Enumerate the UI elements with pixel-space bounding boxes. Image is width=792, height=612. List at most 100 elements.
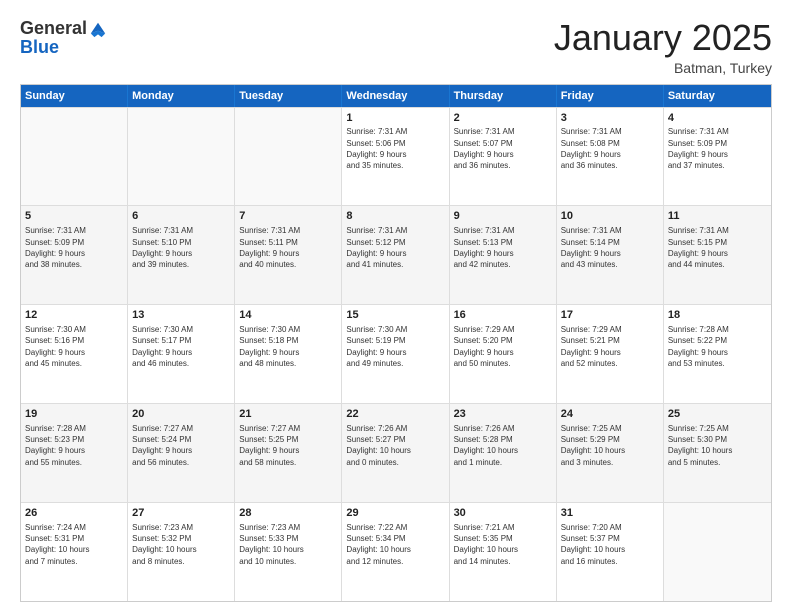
cell-details: Sunrise: 7:29 AM Sunset: 5:21 PM Dayligh… bbox=[561, 324, 659, 369]
calendar-cell-5: 5Sunrise: 7:31 AM Sunset: 5:09 PM Daylig… bbox=[21, 206, 128, 304]
calendar-cell-6: 6Sunrise: 7:31 AM Sunset: 5:10 PM Daylig… bbox=[128, 206, 235, 304]
day-number: 25 bbox=[668, 407, 767, 422]
day-number: 9 bbox=[454, 209, 552, 224]
day-number: 21 bbox=[239, 407, 337, 422]
calendar-title: January 2025 bbox=[554, 18, 772, 58]
day-number: 19 bbox=[25, 407, 123, 422]
calendar-cell-2: 2Sunrise: 7:31 AM Sunset: 5:07 PM Daylig… bbox=[450, 108, 557, 206]
cell-details: Sunrise: 7:23 AM Sunset: 5:32 PM Dayligh… bbox=[132, 522, 230, 567]
calendar-cell-7: 7Sunrise: 7:31 AM Sunset: 5:11 PM Daylig… bbox=[235, 206, 342, 304]
cell-details: Sunrise: 7:31 AM Sunset: 5:13 PM Dayligh… bbox=[454, 225, 552, 270]
logo: General Blue bbox=[20, 18, 107, 58]
cell-details: Sunrise: 7:29 AM Sunset: 5:20 PM Dayligh… bbox=[454, 324, 552, 369]
calendar-cell-30: 30Sunrise: 7:21 AM Sunset: 5:35 PM Dayli… bbox=[450, 503, 557, 601]
cell-details: Sunrise: 7:31 AM Sunset: 5:09 PM Dayligh… bbox=[668, 126, 767, 171]
calendar-cell-12: 12Sunrise: 7:30 AM Sunset: 5:16 PM Dayli… bbox=[21, 305, 128, 403]
day-number: 28 bbox=[239, 506, 337, 521]
calendar-cell-11: 11Sunrise: 7:31 AM Sunset: 5:15 PM Dayli… bbox=[664, 206, 771, 304]
cell-details: Sunrise: 7:31 AM Sunset: 5:10 PM Dayligh… bbox=[132, 225, 230, 270]
header-day-saturday: Saturday bbox=[664, 85, 771, 107]
header-day-sunday: Sunday bbox=[21, 85, 128, 107]
day-number: 8 bbox=[346, 209, 444, 224]
day-number: 13 bbox=[132, 308, 230, 323]
cell-details: Sunrise: 7:31 AM Sunset: 5:07 PM Dayligh… bbox=[454, 126, 552, 171]
calendar-cell-29: 29Sunrise: 7:22 AM Sunset: 5:34 PM Dayli… bbox=[342, 503, 449, 601]
header: General Blue January 2025 Batman, Turkey bbox=[20, 18, 772, 76]
day-number: 27 bbox=[132, 506, 230, 521]
calendar-cell-empty-1 bbox=[128, 108, 235, 206]
calendar-cell-17: 17Sunrise: 7:29 AM Sunset: 5:21 PM Dayli… bbox=[557, 305, 664, 403]
header-day-thursday: Thursday bbox=[450, 85, 557, 107]
calendar-cell-empty-6 bbox=[664, 503, 771, 601]
calendar-cell-1: 1Sunrise: 7:31 AM Sunset: 5:06 PM Daylig… bbox=[342, 108, 449, 206]
cell-details: Sunrise: 7:27 AM Sunset: 5:25 PM Dayligh… bbox=[239, 423, 337, 468]
calendar-cell-22: 22Sunrise: 7:26 AM Sunset: 5:27 PM Dayli… bbox=[342, 404, 449, 502]
cell-details: Sunrise: 7:26 AM Sunset: 5:28 PM Dayligh… bbox=[454, 423, 552, 468]
cell-details: Sunrise: 7:31 AM Sunset: 5:14 PM Dayligh… bbox=[561, 225, 659, 270]
calendar-cell-4: 4Sunrise: 7:31 AM Sunset: 5:09 PM Daylig… bbox=[664, 108, 771, 206]
day-number: 11 bbox=[668, 209, 767, 224]
logo-blue-text: Blue bbox=[20, 37, 59, 58]
page: General Blue January 2025 Batman, Turkey… bbox=[0, 0, 792, 612]
cell-details: Sunrise: 7:26 AM Sunset: 5:27 PM Dayligh… bbox=[346, 423, 444, 468]
title-block: January 2025 Batman, Turkey bbox=[554, 18, 772, 76]
header-day-wednesday: Wednesday bbox=[342, 85, 449, 107]
day-number: 1 bbox=[346, 111, 444, 126]
cell-details: Sunrise: 7:25 AM Sunset: 5:30 PM Dayligh… bbox=[668, 423, 767, 468]
header-day-monday: Monday bbox=[128, 85, 235, 107]
day-number: 2 bbox=[454, 111, 552, 126]
day-number: 20 bbox=[132, 407, 230, 422]
cell-details: Sunrise: 7:28 AM Sunset: 5:23 PM Dayligh… bbox=[25, 423, 123, 468]
header-day-friday: Friday bbox=[557, 85, 664, 107]
calendar-cell-27: 27Sunrise: 7:23 AM Sunset: 5:32 PM Dayli… bbox=[128, 503, 235, 601]
day-number: 29 bbox=[346, 506, 444, 521]
day-number: 31 bbox=[561, 506, 659, 521]
cell-details: Sunrise: 7:31 AM Sunset: 5:08 PM Dayligh… bbox=[561, 126, 659, 171]
calendar-cell-24: 24Sunrise: 7:25 AM Sunset: 5:29 PM Dayli… bbox=[557, 404, 664, 502]
day-number: 22 bbox=[346, 407, 444, 422]
calendar-cell-15: 15Sunrise: 7:30 AM Sunset: 5:19 PM Dayli… bbox=[342, 305, 449, 403]
day-number: 14 bbox=[239, 308, 337, 323]
day-number: 17 bbox=[561, 308, 659, 323]
cell-details: Sunrise: 7:31 AM Sunset: 5:12 PM Dayligh… bbox=[346, 225, 444, 270]
calendar-cell-13: 13Sunrise: 7:30 AM Sunset: 5:17 PM Dayli… bbox=[128, 305, 235, 403]
cell-details: Sunrise: 7:31 AM Sunset: 5:11 PM Dayligh… bbox=[239, 225, 337, 270]
calendar-cell-31: 31Sunrise: 7:20 AM Sunset: 5:37 PM Dayli… bbox=[557, 503, 664, 601]
calendar-cell-16: 16Sunrise: 7:29 AM Sunset: 5:20 PM Dayli… bbox=[450, 305, 557, 403]
cell-details: Sunrise: 7:30 AM Sunset: 5:17 PM Dayligh… bbox=[132, 324, 230, 369]
day-number: 15 bbox=[346, 308, 444, 323]
cell-details: Sunrise: 7:31 AM Sunset: 5:06 PM Dayligh… bbox=[346, 126, 444, 171]
cell-details: Sunrise: 7:23 AM Sunset: 5:33 PM Dayligh… bbox=[239, 522, 337, 567]
cell-details: Sunrise: 7:25 AM Sunset: 5:29 PM Dayligh… bbox=[561, 423, 659, 468]
logo-icon bbox=[89, 20, 107, 38]
header-day-tuesday: Tuesday bbox=[235, 85, 342, 107]
day-number: 16 bbox=[454, 308, 552, 323]
cell-details: Sunrise: 7:27 AM Sunset: 5:24 PM Dayligh… bbox=[132, 423, 230, 468]
calendar-cell-23: 23Sunrise: 7:26 AM Sunset: 5:28 PM Dayli… bbox=[450, 404, 557, 502]
calendar-cell-10: 10Sunrise: 7:31 AM Sunset: 5:14 PM Dayli… bbox=[557, 206, 664, 304]
calendar-header-row: SundayMondayTuesdayWednesdayThursdayFrid… bbox=[21, 85, 771, 107]
day-number: 23 bbox=[454, 407, 552, 422]
calendar-cell-18: 18Sunrise: 7:28 AM Sunset: 5:22 PM Dayli… bbox=[664, 305, 771, 403]
calendar-subtitle: Batman, Turkey bbox=[554, 60, 772, 76]
day-number: 30 bbox=[454, 506, 552, 521]
calendar-row-2: 12Sunrise: 7:30 AM Sunset: 5:16 PM Dayli… bbox=[21, 304, 771, 403]
cell-details: Sunrise: 7:31 AM Sunset: 5:09 PM Dayligh… bbox=[25, 225, 123, 270]
cell-details: Sunrise: 7:28 AM Sunset: 5:22 PM Dayligh… bbox=[668, 324, 767, 369]
day-number: 24 bbox=[561, 407, 659, 422]
cell-details: Sunrise: 7:30 AM Sunset: 5:18 PM Dayligh… bbox=[239, 324, 337, 369]
calendar-body: 1Sunrise: 7:31 AM Sunset: 5:06 PM Daylig… bbox=[21, 107, 771, 601]
calendar-row-4: 26Sunrise: 7:24 AM Sunset: 5:31 PM Dayli… bbox=[21, 502, 771, 601]
day-number: 7 bbox=[239, 209, 337, 224]
calendar-row-3: 19Sunrise: 7:28 AM Sunset: 5:23 PM Dayli… bbox=[21, 403, 771, 502]
day-number: 12 bbox=[25, 308, 123, 323]
calendar-cell-26: 26Sunrise: 7:24 AM Sunset: 5:31 PM Dayli… bbox=[21, 503, 128, 601]
cell-details: Sunrise: 7:20 AM Sunset: 5:37 PM Dayligh… bbox=[561, 522, 659, 567]
cell-details: Sunrise: 7:22 AM Sunset: 5:34 PM Dayligh… bbox=[346, 522, 444, 567]
day-number: 10 bbox=[561, 209, 659, 224]
calendar-row-1: 5Sunrise: 7:31 AM Sunset: 5:09 PM Daylig… bbox=[21, 205, 771, 304]
cell-details: Sunrise: 7:31 AM Sunset: 5:15 PM Dayligh… bbox=[668, 225, 767, 270]
day-number: 26 bbox=[25, 506, 123, 521]
calendar-row-0: 1Sunrise: 7:31 AM Sunset: 5:06 PM Daylig… bbox=[21, 107, 771, 206]
day-number: 5 bbox=[25, 209, 123, 224]
